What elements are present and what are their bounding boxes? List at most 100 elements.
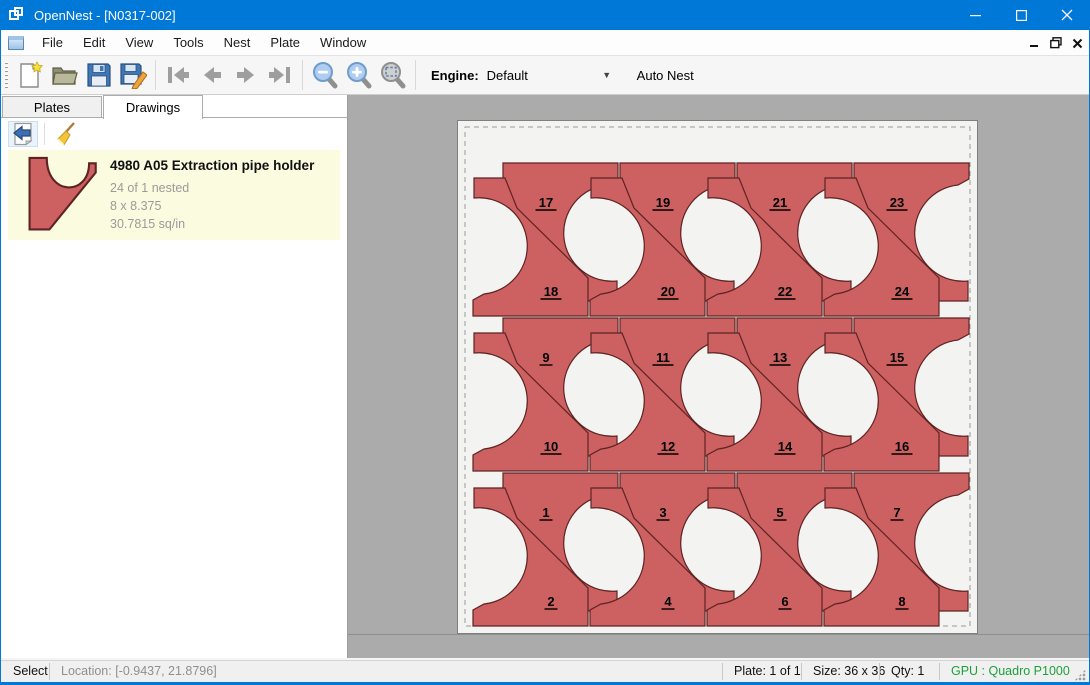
- app-icon: [9, 7, 25, 23]
- mdi-restore-icon[interactable]: [1050, 37, 1062, 49]
- part-number: 2: [547, 594, 554, 609]
- title-bar: OpenNest - [N0317-002]: [0, 0, 1090, 30]
- part-number: 10: [544, 439, 558, 454]
- status-gpu: GPU : Quadro P1000: [951, 664, 1070, 678]
- plate-panel[interactable]: 171819202122232491011121314151612345678: [457, 120, 978, 634]
- part-number: 1: [542, 505, 549, 520]
- status-mode: Select: [13, 664, 48, 678]
- part-number: 21: [773, 195, 787, 210]
- sidebar-tabstrip: Plates Drawings: [0, 95, 348, 118]
- menu-item-file[interactable]: File: [32, 31, 73, 54]
- save-icon: [86, 62, 112, 88]
- engine-combobox[interactable]: Default ▼: [485, 63, 615, 87]
- first-plate-button[interactable]: [161, 59, 195, 91]
- part-number: 7: [893, 505, 900, 520]
- document-icon[interactable]: [8, 36, 24, 50]
- menu-item-nest[interactable]: Nest: [214, 31, 261, 54]
- previous-plate-button[interactable]: [195, 59, 229, 91]
- drawing-title: 4980 A05 Extraction pipe holder: [110, 158, 314, 173]
- close-icon: [1061, 9, 1073, 21]
- new-document-icon: [18, 61, 44, 89]
- part-number: 12: [661, 439, 675, 454]
- part-number: 4: [664, 594, 672, 609]
- status-plate: Plate: 1 of 1: [734, 664, 801, 678]
- next-arrow-icon: [234, 65, 258, 85]
- main-toolbar: Engine: Default ▼ Auto Nest: [1, 56, 1089, 95]
- window-title: OpenNest - [N0317-002]: [34, 8, 176, 23]
- canvas-divider: [348, 634, 1090, 635]
- part-number: 3: [659, 505, 666, 520]
- chevron-down-icon: ▼: [599, 65, 615, 85]
- zoom-extents-icon: [379, 61, 407, 89]
- window-border: [0, 30, 1, 682]
- part-number: 6: [781, 594, 788, 609]
- part-number: 16: [895, 439, 909, 454]
- maximize-icon: [1016, 10, 1027, 21]
- tab-drawings[interactable]: Drawings: [103, 95, 203, 119]
- last-arrow-icon: [267, 65, 293, 85]
- part-number: 15: [890, 350, 904, 365]
- import-drawing-icon: [12, 122, 34, 146]
- clear-drawings-button[interactable]: [51, 121, 81, 147]
- menu-item-view[interactable]: View: [115, 31, 163, 54]
- nest-view: 171819202122232491011121314151612345678: [458, 121, 977, 633]
- zoom-extents-button[interactable]: [376, 59, 410, 91]
- menu-item-edit[interactable]: Edit: [73, 31, 115, 54]
- menu-item-plate[interactable]: Plate: [260, 31, 310, 54]
- toolbar-grip[interactable]: [5, 62, 8, 88]
- drawing-size: 8 x 8.375: [110, 197, 314, 215]
- tab-plates[interactable]: Plates: [2, 96, 102, 118]
- part-number: 14: [778, 439, 793, 454]
- new-button[interactable]: [14, 59, 48, 91]
- part-number: 9: [542, 350, 549, 365]
- broom-icon: [54, 121, 78, 147]
- minimize-icon: [970, 10, 981, 21]
- part-number: 22: [778, 284, 792, 299]
- menu-bar: File Edit View Tools Nest Plate Window: [1, 30, 1089, 56]
- first-arrow-icon: [165, 65, 191, 85]
- engine-value: Default: [485, 68, 599, 83]
- part-number: 8: [898, 594, 905, 609]
- auto-nest-button[interactable]: Auto Nest: [631, 64, 700, 87]
- maximize-button[interactable]: [998, 0, 1044, 30]
- zoom-out-button[interactable]: [308, 59, 342, 91]
- status-qty: Qty: 1: [891, 664, 924, 678]
- menu-item-window[interactable]: Window: [310, 31, 376, 54]
- last-plate-button[interactable]: [263, 59, 297, 91]
- menu-item-tools[interactable]: Tools: [163, 31, 213, 54]
- open-folder-icon: [51, 63, 79, 87]
- resize-grip[interactable]: [1074, 669, 1086, 681]
- close-button[interactable]: [1044, 0, 1090, 30]
- status-bar: Select Location: [-0.9437, 21.8796] Plat…: [1, 660, 1089, 682]
- drawing-nested-count: 24 of 1 nested: [110, 179, 314, 197]
- engine-label: Engine:: [431, 68, 479, 83]
- part-number: 5: [776, 505, 783, 520]
- part-number: 17: [539, 195, 553, 210]
- open-button[interactable]: [48, 59, 82, 91]
- mdi-minimize-icon[interactable]: [1030, 38, 1040, 48]
- import-drawing-button[interactable]: [8, 121, 38, 147]
- part-number: 19: [656, 195, 670, 210]
- minimize-button[interactable]: [952, 0, 998, 30]
- drawings-toolbar: [0, 119, 347, 148]
- part-number: 13: [773, 350, 787, 365]
- drawing-thumbnail: [16, 154, 104, 236]
- part-number: 18: [544, 284, 558, 299]
- app-window: OpenNest - [N0317-002] File Edit View To…: [0, 0, 1090, 685]
- next-plate-button[interactable]: [229, 59, 263, 91]
- part-number: 20: [661, 284, 675, 299]
- zoom-in-button[interactable]: [342, 59, 376, 91]
- zoom-in-icon: [345, 61, 373, 89]
- save-as-button[interactable]: [116, 59, 150, 91]
- save-as-icon: [119, 62, 147, 89]
- previous-arrow-icon: [200, 65, 224, 85]
- part-number: 24: [895, 284, 910, 299]
- status-location: Location: [-0.9437, 21.8796]: [61, 664, 217, 678]
- part-number: 11: [656, 350, 670, 365]
- drawing-list-item[interactable]: 4980 A05 Extraction pipe holder 24 of 1 …: [8, 150, 340, 240]
- mdi-close-icon[interactable]: [1072, 38, 1083, 49]
- zoom-out-icon: [311, 61, 339, 89]
- sidebar: Plates Drawings: [0, 95, 348, 658]
- save-button[interactable]: [82, 59, 116, 91]
- nest-canvas[interactable]: 171819202122232491011121314151612345678: [348, 95, 1090, 658]
